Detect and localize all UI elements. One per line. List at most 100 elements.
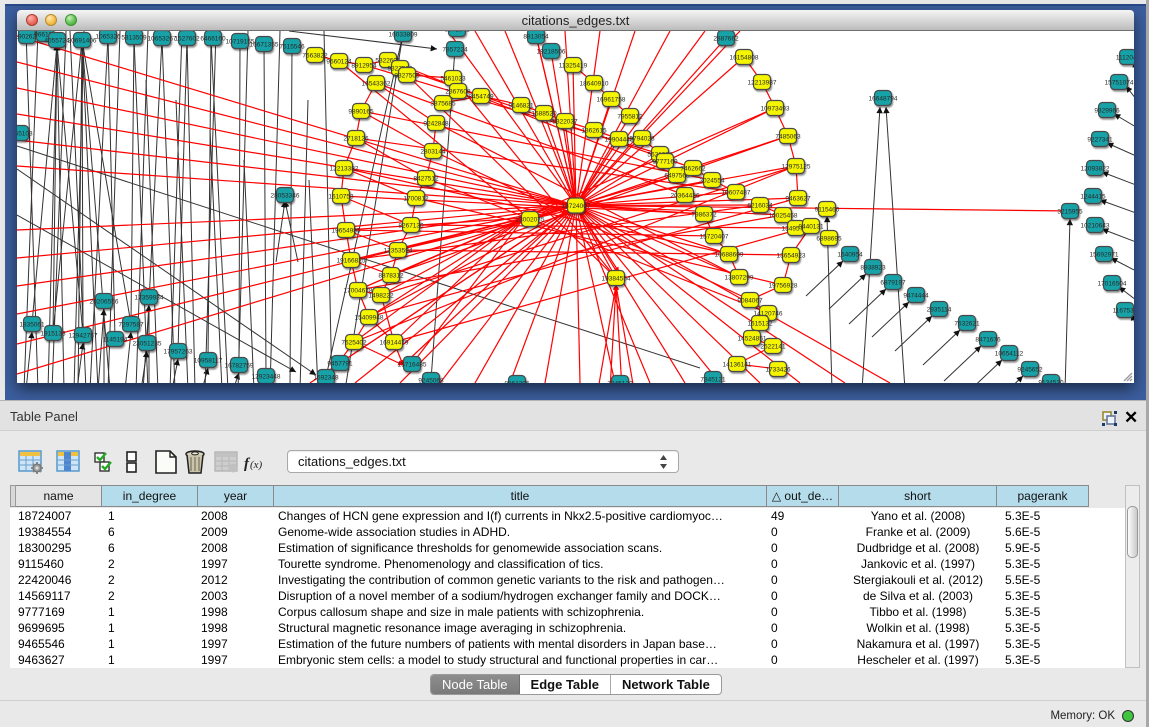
svg-text:13654923: 13654923	[777, 253, 806, 260]
svg-text:17957263: 17957263	[164, 349, 193, 356]
svg-text:10607487: 10607487	[722, 190, 751, 197]
svg-text:7663822: 7663822	[302, 53, 328, 60]
svg-text:10653267: 10653267	[148, 36, 177, 43]
svg-text:16914479: 16914479	[380, 340, 409, 347]
svg-text:5461023: 5461023	[440, 76, 466, 83]
svg-text:1692348: 1692348	[313, 375, 339, 382]
svg-text:8427512: 8427512	[413, 176, 439, 183]
svg-text:17359934: 17359934	[135, 295, 164, 302]
svg-text:7955812: 7955812	[617, 114, 643, 121]
svg-text:10973493: 10973493	[761, 106, 790, 113]
svg-text:1244415: 1244415	[1080, 194, 1106, 201]
svg-text:23002075: 23002075	[516, 217, 545, 224]
svg-text:19218506: 19218506	[537, 49, 566, 56]
svg-text:9071641: 9071641	[444, 31, 470, 34]
svg-text:15720407: 15720407	[700, 234, 729, 241]
svg-text:9245652: 9245652	[1017, 367, 1043, 374]
svg-text:1167533: 1167533	[1113, 308, 1134, 315]
svg-text:16033809: 16033809	[389, 32, 418, 39]
svg-text:14136141: 14136141	[723, 362, 752, 369]
svg-text:6879197: 6879197	[880, 280, 906, 287]
svg-text:19384554: 19384554	[602, 276, 631, 283]
svg-text:15692971: 15692971	[1090, 252, 1119, 259]
svg-text:6466160: 6466160	[200, 36, 226, 43]
svg-text:12213987: 12213987	[748, 80, 777, 87]
svg-text:7345120: 7345120	[607, 381, 633, 384]
svg-text:9242848: 9242848	[423, 121, 449, 128]
svg-text:3024554: 3024554	[699, 178, 725, 185]
svg-text:9134520: 9134520	[1038, 380, 1064, 384]
svg-text:9463627: 9463627	[785, 196, 811, 203]
svg-text:14524851: 14524851	[738, 336, 767, 343]
svg-text:9329966: 9329966	[1094, 108, 1120, 115]
svg-text:(x): (x)	[250, 459, 263, 471]
svg-text:1362615: 1362615	[581, 128, 607, 135]
svg-text:9794028: 9794028	[629, 136, 655, 143]
svg-text:9474444: 9474444	[903, 293, 929, 300]
svg-text:1145194: 1145194	[103, 337, 128, 344]
svg-text:16782759: 16782759	[225, 363, 254, 370]
svg-text:8322037: 8322037	[552, 119, 578, 126]
svg-text:9227341: 9227341	[1087, 137, 1113, 144]
svg-text:12213382: 12213382	[330, 166, 359, 173]
svg-text:9777169: 9777169	[652, 159, 678, 166]
svg-text:18724007: 18724007	[562, 203, 591, 210]
svg-text:7345121: 7345121	[700, 377, 726, 384]
svg-text:7857224: 7857224	[442, 47, 468, 54]
svg-text:8813054: 8813054	[523, 34, 549, 41]
svg-text:10654112: 10654112	[995, 351, 1024, 358]
svg-text:1610753: 1610753	[328, 194, 354, 201]
svg-text:16671355: 16671355	[250, 42, 279, 49]
svg-text:7485063: 7485063	[775, 134, 801, 141]
svg-text:6898695: 6898695	[816, 236, 842, 243]
svg-text:10688609: 10688609	[715, 252, 744, 259]
svg-text:16154808: 16154808	[730, 55, 759, 62]
svg-text:9245068: 9245068	[418, 378, 444, 384]
svg-text:8938923: 8938923	[860, 265, 886, 272]
svg-text:9327505: 9327505	[394, 73, 420, 80]
svg-text:8454749: 8454749	[468, 94, 494, 101]
svg-text:9890165: 9890165	[348, 109, 374, 116]
svg-text:2718126: 2718126	[343, 136, 369, 143]
svg-text:10025458: 10025458	[769, 213, 798, 220]
svg-text:9457791: 9457791	[327, 361, 353, 368]
svg-text:11325419: 11325419	[559, 63, 588, 70]
svg-text:12353594: 12353594	[384, 248, 413, 255]
svg-text:1640954: 1640954	[837, 252, 863, 259]
svg-text:8878312: 8878312	[378, 273, 404, 280]
svg-text:2803144: 2803144	[420, 149, 446, 156]
svg-text:1065103: 1065103	[17, 131, 33, 138]
svg-text:12923448: 12923448	[252, 374, 281, 381]
svg-text:1615132: 1615132	[747, 321, 773, 328]
svg-text:1498222: 1498222	[368, 293, 394, 300]
svg-text:17016504: 17016504	[1098, 281, 1127, 288]
svg-text:10958117: 10958117	[194, 358, 223, 365]
svg-text:2887662: 2887662	[713, 36, 739, 43]
svg-text:1733426: 1733426	[765, 367, 791, 374]
svg-text:28053346: 28053346	[271, 193, 300, 200]
svg-text:20364436: 20364436	[671, 193, 700, 200]
svg-text:13807299: 13807299	[725, 275, 754, 282]
svg-text:6216034: 6216034	[747, 203, 773, 210]
svg-text:16961758: 16961758	[597, 97, 626, 104]
svg-text:15409948: 15409948	[355, 315, 384, 322]
svg-text:8471676: 8471676	[975, 337, 1001, 344]
svg-text:19756928: 19756928	[769, 283, 798, 290]
svg-text:19166825: 19166825	[337, 258, 366, 265]
svg-text:12942757: 12942757	[69, 333, 98, 340]
svg-text:4055724: 4055724	[44, 38, 70, 45]
svg-text:7625402: 7625402	[341, 340, 367, 347]
svg-text:9115460: 9115460	[815, 207, 840, 214]
svg-text:1065326: 1065326	[95, 34, 121, 41]
svg-text:12093822: 12093822	[1081, 166, 1110, 173]
svg-text:1835061: 1835061	[19, 322, 45, 329]
svg-text:2522141: 2522141	[760, 344, 786, 351]
svg-text:16648794: 16648794	[869, 96, 898, 103]
svg-text:7515546: 7515546	[279, 44, 305, 51]
svg-text:9660124: 9660124	[326, 59, 352, 66]
svg-text:9146821: 9146821	[508, 103, 534, 110]
svg-text:8861305: 8861305	[504, 381, 530, 384]
svg-text:2935114: 2935114	[927, 307, 952, 314]
svg-text:20691406: 20691406	[68, 38, 97, 45]
svg-text:18640910: 18640910	[580, 81, 609, 88]
